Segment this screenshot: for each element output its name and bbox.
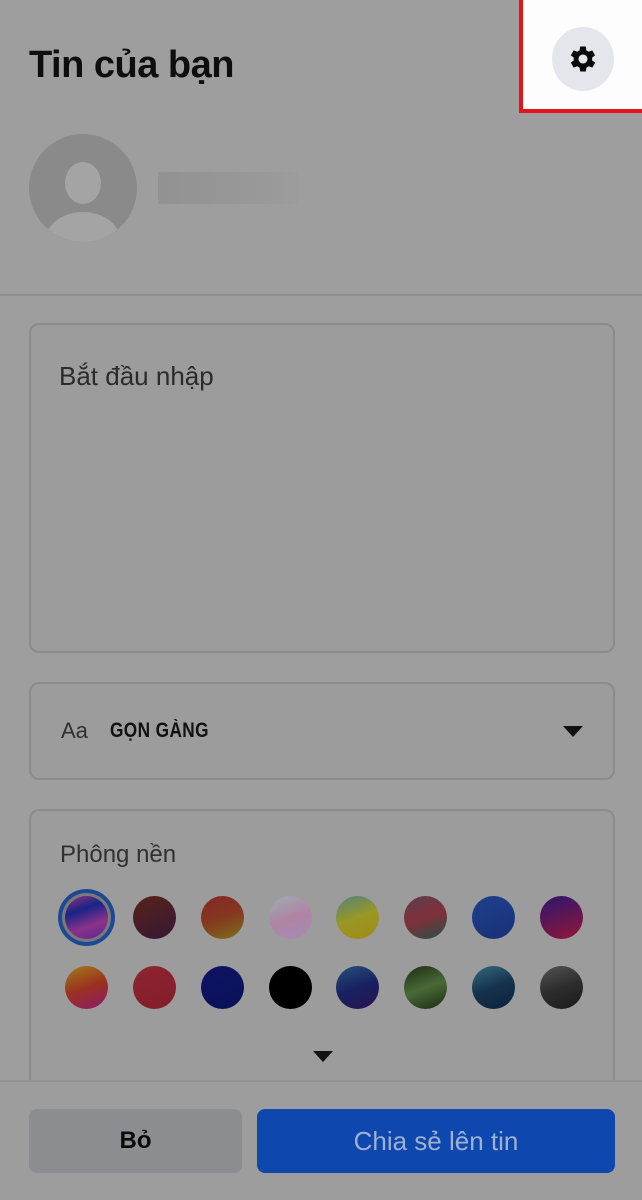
swatch-pastel-blobs[interactable] xyxy=(268,895,312,939)
default-avatar-icon xyxy=(65,162,101,204)
settings-button[interactable] xyxy=(552,27,614,91)
user-name-redacted xyxy=(158,172,298,204)
footer-bar: Bỏ Chia sẻ lên tin xyxy=(0,1080,642,1200)
caret-down-icon xyxy=(563,725,583,737)
cancel-button[interactable]: Bỏ xyxy=(29,1109,242,1173)
gear-icon xyxy=(570,46,596,72)
swatch-row xyxy=(54,956,594,1018)
story-text-input[interactable] xyxy=(31,325,613,651)
share-to-story-button[interactable]: Chia sẻ lên tin xyxy=(257,1109,615,1173)
swatch-grid xyxy=(54,886,594,1026)
background-picker: Phông nền xyxy=(29,809,615,1109)
swatch-maroon-purple[interactable] xyxy=(132,895,176,939)
story-text-field[interactable] xyxy=(29,323,615,653)
swatch-red[interactable] xyxy=(132,965,176,1009)
swatch-black[interactable] xyxy=(268,965,312,1009)
avatar[interactable] xyxy=(29,134,137,242)
swatch-red-orange[interactable] xyxy=(200,895,244,939)
page-title: Tin của bạn xyxy=(29,44,234,86)
font-style-select[interactable]: Aa GỌN GÀNG xyxy=(29,682,615,780)
swatch-purple-red[interactable] xyxy=(539,895,583,939)
swatch-navy[interactable] xyxy=(200,965,244,1009)
caret-down-icon[interactable] xyxy=(313,1051,333,1062)
swatch-gray-smoke[interactable] xyxy=(539,965,583,1009)
swatch-teal-yellow[interactable] xyxy=(336,895,380,939)
selected-font-label: GỌN GÀNG xyxy=(109,719,209,742)
story-composer-screen: Tin của bạn Aa GỌN GÀNG Phông nền Bỏ Chi… xyxy=(0,0,642,1200)
swatch-ocean-blue[interactable] xyxy=(472,965,516,1009)
swatch-green-forest[interactable] xyxy=(404,965,448,1009)
swatch-blue[interactable] xyxy=(472,895,516,939)
swatch-yellow-red-pink[interactable] xyxy=(65,965,108,1009)
divider xyxy=(0,294,642,296)
font-prefix-icon: Aa xyxy=(61,718,88,743)
swatch-abstract-pink-blue[interactable] xyxy=(65,895,108,939)
background-label: Phông nền xyxy=(60,841,177,868)
swatch-mauve-teal[interactable] xyxy=(404,895,448,939)
avatar-body-shape xyxy=(45,212,121,242)
swatch-row xyxy=(54,886,594,948)
swatch-blue-nebula[interactable] xyxy=(336,965,380,1009)
